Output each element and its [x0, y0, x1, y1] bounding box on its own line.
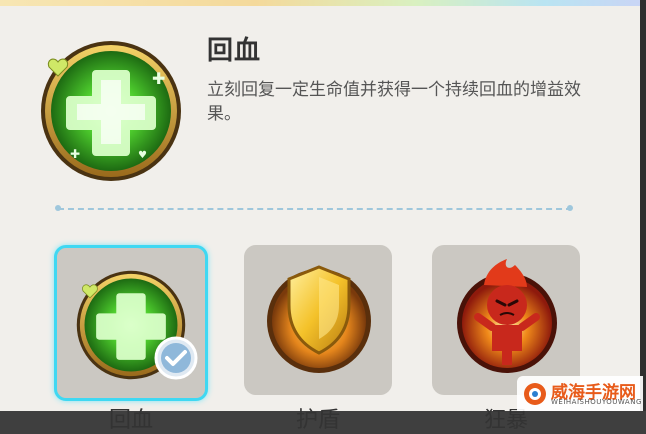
divider-dot-right: [567, 205, 573, 211]
svg-text:✚: ✚: [70, 147, 80, 161]
watermark-subtext: WEIHAISHOUYOUWANG: [551, 398, 642, 406]
dashed-divider: [58, 208, 572, 212]
skill-card-shield[interactable]: [244, 245, 392, 395]
watermark: 威海手游网 WEIHAISHOUYOUWANG: [517, 376, 643, 411]
skill-description: 立刻回复一定生命值并获得一个持续回血的增益效果。: [207, 80, 581, 124]
card-label-shield: 护盾: [295, 408, 340, 433]
skill-card-rage[interactable]: [432, 245, 580, 395]
svg-text:♥: ♥: [138, 150, 147, 161]
check-icon: [154, 336, 198, 380]
skill-title: 回血: [207, 36, 262, 66]
rage-demon-icon: [457, 259, 557, 373]
skill-panel: ✚ ✚ ♥ 回血 立刻回复一定生命值并获得一个持续回血的增益效果。 回血 护盾 …: [0, 0, 640, 433]
watermark-logo-icon: [524, 383, 546, 405]
right-edge-shadow: [640, 0, 646, 411]
top-rainbow-bar: [0, 0, 640, 6]
svg-text:✚: ✚: [152, 69, 165, 88]
shield-icon: [267, 265, 371, 373]
heal-plus-icon: ✚ ✚ ♥: [41, 41, 181, 181]
card-label-heal: 回血: [108, 408, 153, 433]
skill-card-heal[interactable]: [54, 245, 208, 401]
